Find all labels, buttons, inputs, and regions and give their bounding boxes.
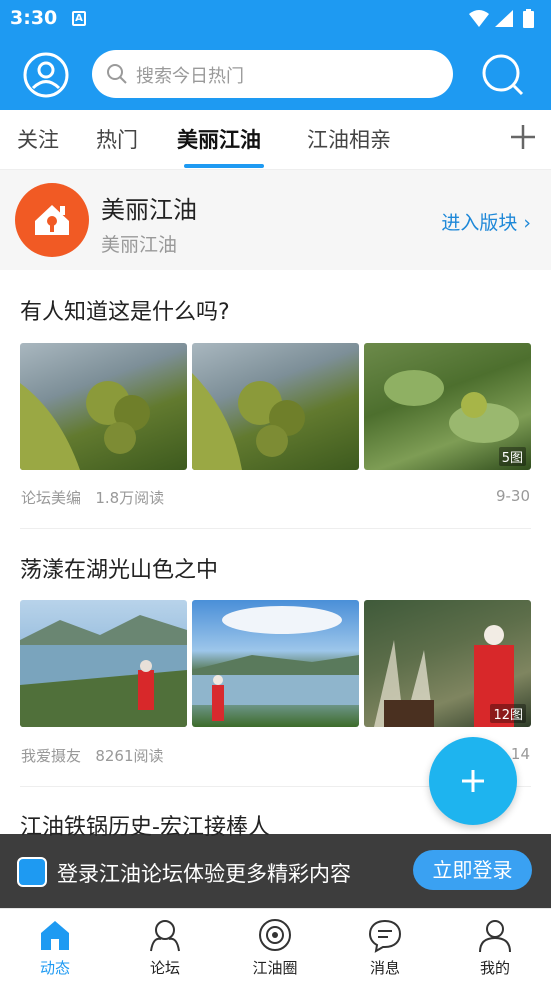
post-image[interactable] xyxy=(192,600,359,727)
search-placeholder: 搜索今日热门 xyxy=(136,66,244,87)
top-bar: 搜索今日热门 xyxy=(0,40,551,110)
tab-jiangyou-xiangqin[interactable]: 江油相亲 xyxy=(307,124,391,154)
post-author: 论坛美编 xyxy=(21,489,82,507)
post-image[interactable]: 5图 xyxy=(364,343,531,470)
plus-icon xyxy=(462,770,484,792)
message-icon xyxy=(368,919,402,953)
search-input[interactable]: 搜索今日热门 xyxy=(92,50,453,98)
signal-icon xyxy=(495,10,513,27)
status-icons xyxy=(469,9,534,28)
nav-item-feed[interactable]: 动态 xyxy=(0,909,110,981)
nav-label: 动态 xyxy=(39,959,70,977)
wifi-icon xyxy=(469,10,489,27)
login-banner: 登录江油论坛体验更多精彩内容 立即登录 xyxy=(0,834,551,908)
active-tab-indicator xyxy=(184,164,264,168)
login-button[interactable]: 立即登录 xyxy=(413,850,532,890)
category-tabs: 关注 热门 美丽江油 江油相亲 xyxy=(0,110,551,170)
nav-item-messages[interactable]: 消息 xyxy=(330,909,440,981)
tab-hot[interactable]: 热门 xyxy=(96,124,138,154)
nav-item-profile[interactable]: 我的 xyxy=(440,909,550,981)
nav-label: 我的 xyxy=(479,959,510,977)
forum-logo xyxy=(15,183,89,257)
post-title: 荡漾在湖光山色之中 xyxy=(20,558,219,583)
profile-icon xyxy=(479,920,511,953)
login-prompt-text: 登录江油论坛体验更多精彩内容 xyxy=(57,862,351,886)
post-views: 1.8万阅读 xyxy=(95,489,165,507)
status-time: 3:30 xyxy=(10,7,58,29)
bottom-nav: 动态 论坛 江油圈 消息 我的 xyxy=(0,908,551,981)
post-image[interactable] xyxy=(20,343,187,470)
tab-follow[interactable]: 关注 xyxy=(17,124,59,154)
image-count-badge: 5图 xyxy=(498,447,526,466)
nav-label: 消息 xyxy=(369,959,400,977)
forum-title: 美丽江油 xyxy=(101,196,197,224)
post-date: 9-30 xyxy=(495,487,530,505)
post-meta: 论坛美编 1.8万阅读 xyxy=(21,487,164,508)
nav-item-circle[interactable]: 江油圈 xyxy=(220,909,330,981)
post-views: 8261阅读 xyxy=(95,747,164,765)
post-image[interactable] xyxy=(192,343,359,470)
post-author: 我爱摄友 xyxy=(21,747,82,765)
add-tab-icon[interactable] xyxy=(510,124,536,150)
house-key-icon xyxy=(35,205,69,235)
image-count-badge: 12图 xyxy=(490,704,526,723)
notification-icon: A xyxy=(72,11,86,26)
app-logo-icon xyxy=(17,857,47,887)
create-post-button[interactable] xyxy=(429,737,517,825)
user-avatar-button[interactable] xyxy=(22,51,70,99)
tab-meili-jiangyou[interactable]: 美丽江油 xyxy=(177,124,261,154)
status-bar: 3:30 A xyxy=(0,0,551,40)
enter-forum-link[interactable]: 进入版块 › xyxy=(441,208,531,235)
forum-subtitle: 美丽江油 xyxy=(101,234,178,256)
post-image[interactable]: 12图 xyxy=(364,600,531,727)
nav-label: 论坛 xyxy=(149,959,180,977)
forum-icon xyxy=(150,920,180,952)
post-meta: 我爱摄友 8261阅读 xyxy=(21,745,164,766)
divider xyxy=(20,528,531,529)
battery-icon xyxy=(523,11,534,28)
circle-icon xyxy=(259,919,291,951)
search-button[interactable] xyxy=(481,53,525,97)
nav-item-forum[interactable]: 论坛 xyxy=(110,909,220,981)
post-title: 有人知道这是什么吗? xyxy=(20,300,230,325)
forum-header[interactable]: 美丽江油 美丽江油 进入版块 › xyxy=(0,170,551,270)
nav-label: 江油圈 xyxy=(252,959,298,977)
home-icon xyxy=(41,921,69,950)
post-image[interactable] xyxy=(20,600,187,727)
search-icon xyxy=(107,64,127,84)
